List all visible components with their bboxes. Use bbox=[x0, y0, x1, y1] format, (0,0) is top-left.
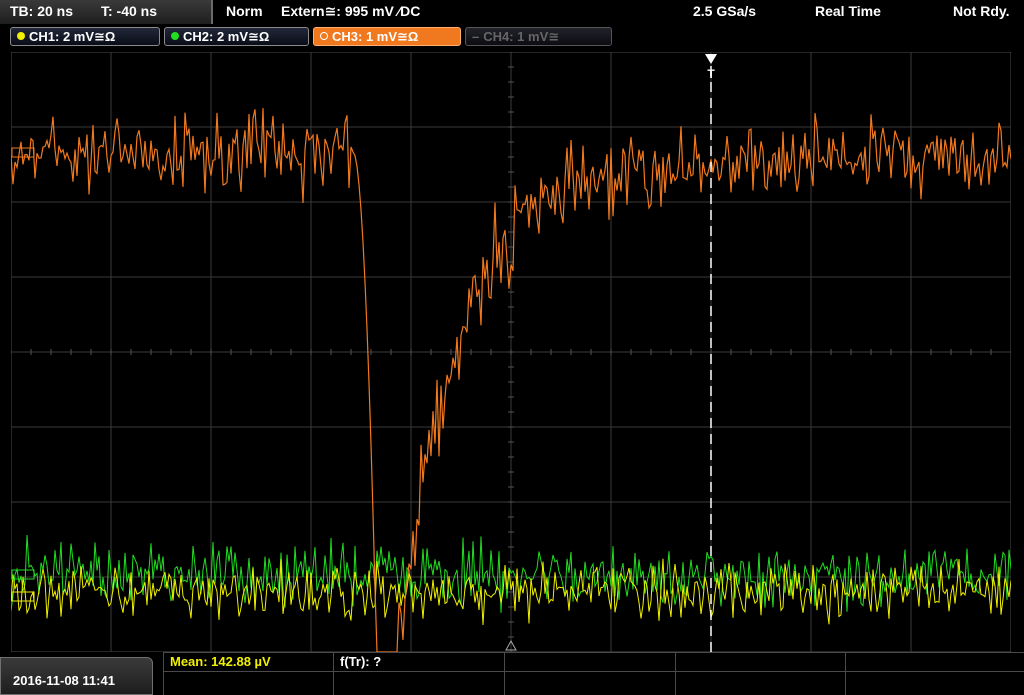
timebase-box[interactable]: TB: 20 ns T: -40 ns bbox=[0, 0, 213, 24]
waveform-display[interactable]: T bbox=[11, 52, 1011, 652]
sample-rate-label: 2.5 GSa/s bbox=[693, 3, 757, 19]
channel-tabs: CH1: 2 mV≅Ω CH2: 2 mV≅Ω CH3: 1 mV≅Ω – CH4… bbox=[0, 24, 1024, 50]
channel-4-dash-icon: – bbox=[472, 29, 480, 44]
channel-2-indicator-icon bbox=[171, 32, 179, 40]
channel-3-indicator-icon bbox=[320, 32, 328, 40]
trigger-marker-label: T bbox=[707, 67, 715, 81]
datetime-box: 2016-11-08 11:41 bbox=[0, 657, 153, 695]
trigger-mode-label[interactable]: Norm bbox=[226, 3, 263, 19]
bottom-bar: 2016-11-08 11:41 Mean: 142.88 µV f(Tr): … bbox=[0, 652, 1024, 695]
channel-1-label: CH1: 2 mV≅Ω bbox=[29, 29, 116, 44]
measurement-panel[interactable]: Mean: 142.88 µV f(Tr): ? bbox=[163, 652, 1024, 695]
fall-time-measurement: f(Tr): ? bbox=[340, 654, 382, 669]
channel-3-tab[interactable]: CH3: 1 mV≅Ω bbox=[313, 27, 461, 46]
datetime-label: 2016-11-08 11:41 bbox=[13, 673, 115, 688]
channel-3-label: CH3: 1 mV≅Ω bbox=[332, 29, 419, 44]
graticule-svg: T bbox=[11, 52, 1011, 652]
channel-1-tab[interactable]: CH1: 2 mV≅Ω bbox=[10, 27, 160, 46]
trigger-source-label[interactable]: Extern≅: 995 mV ⁄DC bbox=[281, 3, 420, 20]
timebase-label: TB: 20 ns bbox=[10, 3, 74, 19]
status-bar: TB: 20 ns T: -40 ns Norm Extern≅: 995 mV… bbox=[0, 0, 1024, 24]
trigger-offset-label: T: -40 ns bbox=[101, 3, 158, 19]
status-label: Not Rdy. bbox=[953, 3, 1010, 19]
channel-4-label: CH4: 1 mV≅ bbox=[483, 29, 560, 44]
mean-measurement: Mean: 142.88 µV bbox=[170, 654, 271, 669]
channel-1-indicator-icon bbox=[17, 32, 25, 40]
acquisition-mode-label[interactable]: Real Time bbox=[815, 3, 881, 19]
channel-4-tab[interactable]: – CH4: 1 mV≅ bbox=[465, 27, 612, 46]
channel-2-tab[interactable]: CH2: 2 mV≅Ω bbox=[164, 27, 309, 46]
channel-2-label: CH2: 2 mV≅Ω bbox=[183, 29, 270, 44]
